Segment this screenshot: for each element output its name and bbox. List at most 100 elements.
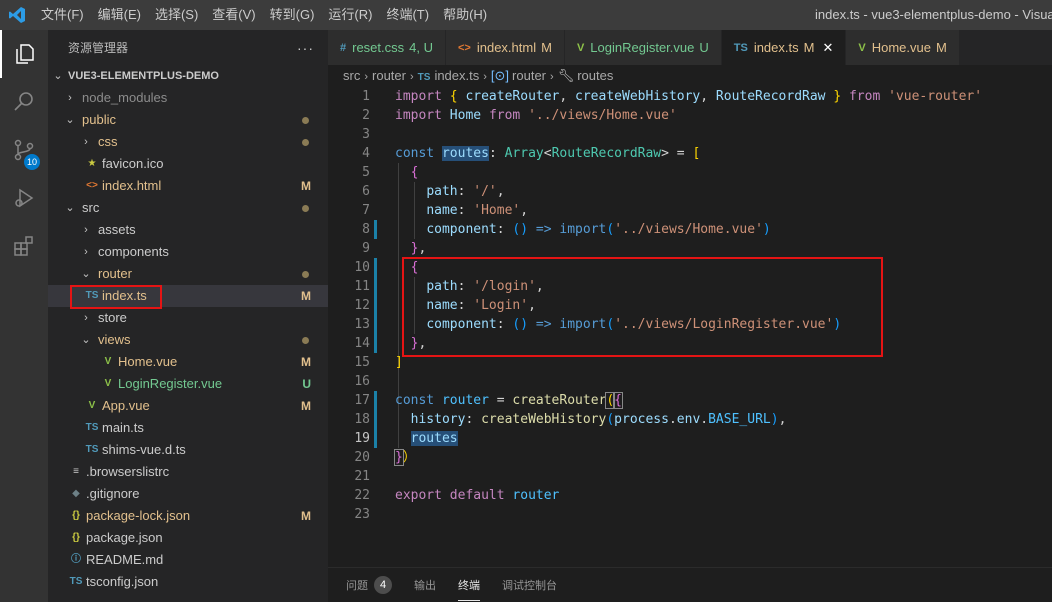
menu-item[interactable]: 查看(V) xyxy=(205,0,262,30)
tree-item[interactable]: › node_modules xyxy=(48,87,328,109)
tree-item[interactable]: ★ favicon.ico xyxy=(48,153,328,175)
tree-item[interactable]: ⌄ router xyxy=(48,263,328,285)
tab-terminal[interactable]: 终端 xyxy=(458,577,480,601)
modified-dot-icon xyxy=(302,337,309,344)
tree-item[interactable]: TS shims-vue.d.ts xyxy=(48,439,328,461)
line-number: 12 xyxy=(354,298,370,313)
tree-item[interactable]: ≡ .browserslistrc xyxy=(48,461,328,483)
menu-item[interactable]: 终端(T) xyxy=(379,0,436,30)
code-line: 8 component: () => import('../views/Home… xyxy=(328,220,1052,239)
tree-item[interactable]: › css xyxy=(48,131,328,153)
editor-tab[interactable]: V LoginRegister.vue U xyxy=(564,30,722,65)
menu-item[interactable]: 帮助(H) xyxy=(436,0,494,30)
breadcrumb-src[interactable]: src xyxy=(343,68,360,83)
tree-item[interactable]: TS main.ts xyxy=(48,417,328,439)
tree-item-label: package.json xyxy=(86,530,163,545)
tree-item[interactable]: {} package-lock.json M xyxy=(48,505,328,527)
line-number: 9 xyxy=(362,241,370,256)
code-token: : xyxy=(496,222,513,237)
modified-dot-icon xyxy=(302,271,309,278)
code-token: [ xyxy=(692,146,701,161)
run-debug-icon[interactable] xyxy=(0,174,48,222)
file-type-icon: V xyxy=(104,356,112,367)
menu-item[interactable]: 运行(R) xyxy=(321,0,379,30)
line-number: 19 xyxy=(354,431,370,446)
code-token: RouteRecordRaw xyxy=(551,146,662,161)
editor-tab[interactable]: TS index.ts M ✕ xyxy=(721,30,847,65)
extensions-icon[interactable] xyxy=(0,222,48,270)
code-token: from xyxy=(848,89,881,104)
file-type-icon: # xyxy=(340,41,347,54)
search-icon[interactable] xyxy=(0,78,48,126)
tab-label: index.html xyxy=(476,40,537,55)
file-type-icon: ⓘ xyxy=(71,554,81,565)
code-token: env xyxy=(676,412,701,427)
tree-item-label: components xyxy=(98,244,169,259)
tab-problems[interactable]: 问题 4 xyxy=(346,576,392,594)
editor-tab[interactable]: <> index.html M xyxy=(445,30,565,65)
tree-item[interactable]: ◆ .gitignore xyxy=(48,483,328,505)
tree-item[interactable]: <> index.html M xyxy=(48,175,328,197)
variable-icon: [⊙] xyxy=(490,68,510,83)
line-number: 2 xyxy=(362,108,370,123)
more-actions-icon[interactable]: ··· xyxy=(297,40,314,56)
project-folder[interactable]: ⌄ VUE3-ELEMENTPLUS-DEMO xyxy=(48,65,328,87)
source-control-icon[interactable]: 10 xyxy=(0,126,48,174)
tree-item[interactable]: ⓘ README.md xyxy=(48,549,328,571)
tab-output[interactable]: 输出 xyxy=(414,577,436,593)
close-icon[interactable]: ✕ xyxy=(822,40,833,56)
breadcrumb-file[interactable]: index.ts xyxy=(434,68,479,83)
tree-item[interactable]: ⌄ src xyxy=(48,197,328,219)
code-token: Home xyxy=(449,108,482,123)
tree-item[interactable]: › components xyxy=(48,241,328,263)
tree-item[interactable]: ⌄ views xyxy=(48,329,328,351)
menu-item[interactable]: 选择(S) xyxy=(148,0,205,30)
code-token: : xyxy=(465,412,482,427)
code-token: ( xyxy=(606,222,615,237)
explorer-icon[interactable] xyxy=(0,30,48,78)
code-token: createWebHistory xyxy=(481,412,607,427)
tree-item[interactable]: {} package.json xyxy=(48,527,328,549)
menu-item[interactable]: 文件(F) xyxy=(34,0,91,30)
code-token: 'Home' xyxy=(473,203,521,218)
tree-item[interactable]: V App.vue M xyxy=(48,395,328,417)
code-token: history xyxy=(410,412,466,427)
tree-item[interactable]: V Home.vue M xyxy=(48,351,328,373)
code-line: 2 import Home from '../views/Home.vue' xyxy=(328,106,1052,125)
code-token: '/' xyxy=(473,184,497,199)
menu-item[interactable]: 转到(G) xyxy=(263,0,322,30)
editor-tab[interactable]: # reset.css 4, U xyxy=(328,30,446,65)
tree-item[interactable]: › store xyxy=(48,307,328,329)
tree-item-label: node_modules xyxy=(82,90,168,105)
code-token: Array xyxy=(504,146,544,161)
breadcrumb-symbol-routes[interactable]: routes xyxy=(577,68,613,83)
code-token: ) xyxy=(770,412,779,427)
breadcrumb-router[interactable]: router xyxy=(372,68,406,83)
chevron-right-icon: › xyxy=(84,224,88,236)
chevron-right-icon: › xyxy=(550,71,554,83)
breadcrumb-symbol-router[interactable]: router xyxy=(512,68,546,83)
code-line: 3 xyxy=(328,125,1052,144)
modified-dot-icon xyxy=(302,117,309,124)
tree-item[interactable]: ⌄ public xyxy=(48,109,328,131)
tab-debug-console[interactable]: 调试控制台 xyxy=(502,577,557,593)
tab-label: Home.vue xyxy=(871,40,931,55)
line-number: 14 xyxy=(354,336,370,351)
tree-item[interactable]: › assets xyxy=(48,219,328,241)
file-type-icon: V xyxy=(576,41,585,54)
code-token: import xyxy=(395,89,442,104)
tree-item[interactable]: V LoginRegister.vue U xyxy=(48,373,328,395)
tree-item[interactable]: TS tsconfig.json xyxy=(48,571,328,593)
code-token: const xyxy=(395,393,435,408)
chevron-right-icon: › xyxy=(409,71,414,83)
editor-tab[interactable]: V Home.vue M xyxy=(846,30,960,65)
chevron-right-icon: › xyxy=(84,136,88,148)
tab-status: U xyxy=(699,40,709,55)
menu-item[interactable]: 编辑(E) xyxy=(91,0,148,30)
